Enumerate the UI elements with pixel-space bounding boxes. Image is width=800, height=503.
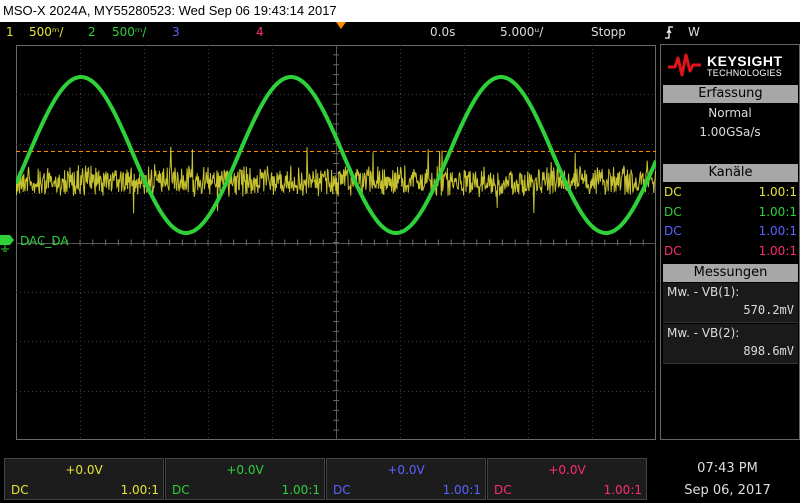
probe-ratio: 1.00:1 <box>758 185 797 199</box>
channel-softkeys: +0.0V DC 1.00:1 +0.0V DC 1.00:1 +0.0V DC… <box>0 458 650 503</box>
probe-ratio: 1.00:1 <box>758 244 797 258</box>
channel-label: DAC_DA <box>20 234 69 248</box>
ground-icon[interactable] <box>0 232 16 252</box>
keysight-logo-icon <box>668 53 701 77</box>
trigger-source[interactable]: W <box>688 22 700 42</box>
ch2-scale[interactable]: 500ᵐ/ <box>112 22 146 42</box>
sample-rate: 1.00GSa/s <box>699 125 761 139</box>
measurement-value: 570.2mV <box>743 303 794 317</box>
measurement-1[interactable]: Mw. - VB(1): 570.2mV <box>663 283 798 323</box>
channel-2-row[interactable]: DC 1.00:1 <box>664 203 797 222</box>
channel-coupling: DC <box>172 483 190 497</box>
channel-1-softkey[interactable]: +0.0V DC 1.00:1 <box>4 458 164 500</box>
measurement-label: Mw. - VB(1): <box>667 285 740 299</box>
clock: 07:43 PM Sep 06, 2017 <box>655 458 800 503</box>
probe-ratio: 1.00:1 <box>758 205 797 219</box>
run-state[interactable]: Stopp <box>591 22 626 42</box>
measurements-header[interactable]: Messungen <box>663 264 798 282</box>
channel-coupling: DC <box>494 483 512 497</box>
channel-2-softkey[interactable]: +0.0V DC 1.00:1 <box>165 458 325 500</box>
probe-ratio: 1.00:1 <box>281 483 320 497</box>
ch2-number[interactable]: 2 <box>88 22 96 42</box>
channel-3-row[interactable]: DC 1.00:1 <box>664 222 797 241</box>
channel-offset: +0.0V <box>65 463 103 477</box>
brand-name: KEYSIGHT <box>707 53 783 69</box>
channel-4-row[interactable]: DC 1.00:1 <box>664 242 797 261</box>
status-bar: 1 500ᵐ/ 2 500ᵐ/ 3 4 0.0s 5.000ᵘ/ Stopp W <box>0 22 800 42</box>
channel-offset: +0.0V <box>548 463 586 477</box>
timebase-scale[interactable]: 5.000ᵘ/ <box>500 22 543 42</box>
channel-coupling: DC <box>664 185 682 199</box>
channel-coupling: DC <box>664 224 682 238</box>
channel-4-softkey[interactable]: +0.0V DC 1.00:1 <box>487 458 647 500</box>
channel-coupling: DC <box>333 483 351 497</box>
probe-ratio: 1.00:1 <box>442 483 481 497</box>
channel-coupling: DC <box>664 244 682 258</box>
measurement-2[interactable]: Mw. - VB(2): 898.6mV <box>663 324 798 364</box>
probe-ratio: 1.00:1 <box>120 483 159 497</box>
channel-1-row[interactable]: DC 1.00:1 <box>664 183 797 202</box>
side-panel: KEYSIGHT TECHNOLOGIES Erfassung Normal 1… <box>660 44 800 440</box>
waveform-display[interactable]: DAC_DA <box>16 45 656 440</box>
acquisition-header[interactable]: Erfassung <box>663 85 798 103</box>
probe-ratio: 1.00:1 <box>758 224 797 238</box>
acquisition-mode: Normal <box>708 106 752 120</box>
measurement-value: 898.6mV <box>743 344 794 358</box>
channel-coupling: DC <box>664 205 682 219</box>
clock-time: 07:43 PM <box>697 461 758 476</box>
window-title: MSO-X 2024A, MY55280523: Wed Sep 06 19:4… <box>0 0 800 22</box>
channel-3-softkey[interactable]: +0.0V DC 1.00:1 <box>326 458 486 500</box>
waveforms <box>16 75 656 235</box>
horizontal-delay[interactable]: 0.0s <box>430 22 455 42</box>
probe-ratio: 1.00:1 <box>603 483 642 497</box>
ch1-number[interactable]: 1 <box>6 22 14 42</box>
channel-offset: +0.0V <box>387 463 425 477</box>
clock-date: Sep 06, 2017 <box>684 483 771 498</box>
channels-header[interactable]: Kanäle <box>663 164 798 182</box>
channel-coupling: DC <box>11 483 29 497</box>
ch3-number[interactable]: 3 <box>172 22 180 42</box>
brand-logo: KEYSIGHT TECHNOLOGIES <box>661 45 799 85</box>
channel-offset: +0.0V <box>226 463 264 477</box>
ch4-number[interactable]: 4 <box>256 22 264 42</box>
ch1-scale[interactable]: 500ᵐ/ <box>29 22 63 42</box>
measurement-label: Mw. - VB(2): <box>667 326 740 340</box>
brand-subtitle: TECHNOLOGIES <box>707 68 783 78</box>
